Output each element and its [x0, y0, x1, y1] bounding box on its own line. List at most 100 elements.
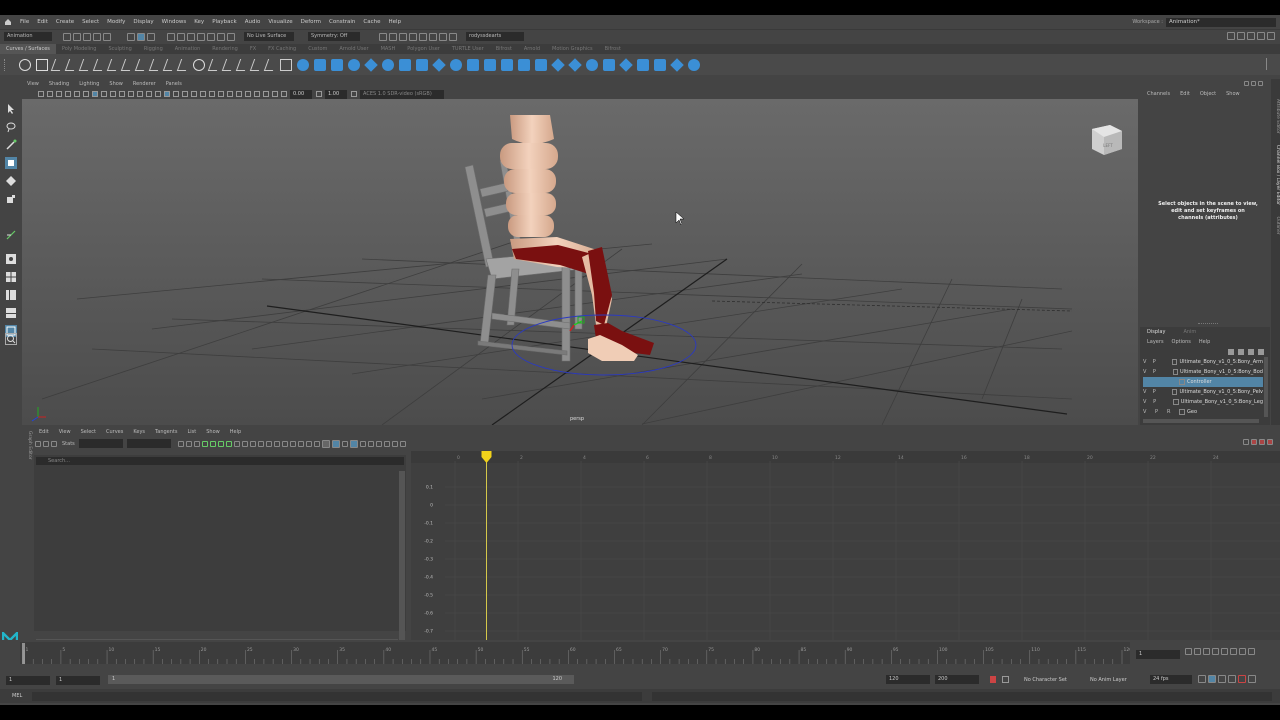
- field-chart-icon[interactable]: [127, 91, 134, 97]
- menu-display[interactable]: Display: [129, 19, 157, 25]
- shelf-tab-rendering[interactable]: Rendering: [206, 44, 244, 54]
- camera-attributes-icon[interactable]: [46, 91, 53, 97]
- menu-help[interactable]: Help: [385, 19, 406, 25]
- unify-tangents-icon[interactable]: [265, 440, 272, 447]
- user-account-dropdown[interactable]: rodyssdearts: [466, 32, 524, 41]
- graph-menu-edit[interactable]: Edit: [34, 429, 54, 435]
- nurbs-torus-icon[interactable]: [381, 58, 394, 71]
- time-slider-track[interactable]: 1 5 10 15 20 25 30 35 40 45 50 55 60 65 70 75 80 85 90 95 10…: [20, 642, 1132, 664]
- nurbs-plane-icon[interactable]: [363, 57, 378, 72]
- wireframe-icon[interactable]: [154, 91, 161, 97]
- layer-color-swatch[interactable]: [1179, 409, 1185, 415]
- xray-components-icon[interactable]: [271, 91, 278, 97]
- menu-playback[interactable]: Playback: [208, 19, 241, 25]
- pencil-curve-icon[interactable]: [78, 58, 92, 71]
- revolve-icon[interactable]: [398, 58, 411, 71]
- playback-end-field[interactable]: 120: [886, 675, 930, 684]
- menu-constrain[interactable]: Constrain: [325, 19, 359, 25]
- lock-tangent-weight-icon[interactable]: [281, 440, 288, 447]
- planar-icon[interactable]: [431, 57, 446, 72]
- cycle-offset-icon[interactable]: [375, 440, 382, 447]
- bezier-curve-icon[interactable]: [106, 58, 120, 71]
- curve-display-icon[interactable]: [341, 440, 348, 447]
- anim-layer-dropdown[interactable]: No Anim Layer: [1090, 677, 1127, 683]
- graph-search-input[interactable]: Search...: [36, 457, 404, 465]
- step-forward-frame-icon[interactable]: [1230, 648, 1237, 655]
- graph-stats-time-field[interactable]: [78, 439, 123, 448]
- workspace-value[interactable]: Animation*: [1166, 17, 1276, 27]
- modeling-toolkit-icon[interactable]: [1237, 32, 1245, 40]
- square-surface-icon[interactable]: [500, 58, 513, 71]
- move-layer-up-icon[interactable]: [1228, 349, 1234, 355]
- graph-insert-key-icon[interactable]: [43, 440, 49, 447]
- add-points-icon[interactable]: [207, 58, 221, 71]
- pre-infinity-icon[interactable]: [349, 439, 358, 448]
- open-close-surface-icon[interactable]: [636, 58, 649, 71]
- single-perspective-layout-icon[interactable]: [5, 253, 17, 265]
- viewport-menu-panels[interactable]: Panels: [161, 81, 187, 87]
- layer-name[interactable]: Ultimate_Bony_v1_0_5:Bony_Pelv: [1179, 389, 1263, 395]
- layer-menu-options[interactable]: Options: [1168, 339, 1195, 345]
- bevel-plus-icon[interactable]: [517, 58, 530, 71]
- layer-tab-anim[interactable]: Anim: [1169, 329, 1210, 335]
- layer-row-selected[interactable]: Controller: [1143, 377, 1263, 387]
- render-view-icon[interactable]: [429, 32, 437, 41]
- plateau-tangent-icon[interactable]: [249, 440, 256, 447]
- safe-title-icon[interactable]: [145, 91, 152, 97]
- smooth-curve-icon[interactable]: [249, 58, 263, 71]
- layer-menu-help[interactable]: Help: [1195, 339, 1214, 345]
- menu-file[interactable]: File: [16, 19, 33, 25]
- menu-audio[interactable]: Audio: [241, 19, 265, 25]
- new-layer-selected-icon[interactable]: [1258, 349, 1264, 355]
- snap-curve-icon[interactable]: [177, 32, 185, 41]
- spline-tangent-icon[interactable]: [209, 440, 216, 447]
- rebuild-curve-icon[interactable]: [192, 58, 205, 71]
- menu-edit[interactable]: Edit: [33, 19, 52, 25]
- character-controls-icon[interactable]: [1247, 32, 1255, 40]
- layer-visibility[interactable]: V: [1143, 399, 1153, 405]
- resolution-gate-icon[interactable]: [109, 91, 116, 97]
- layer-vertical-scrollbar[interactable]: [1264, 357, 1268, 417]
- nurbs-sphere-icon[interactable]: [296, 58, 309, 71]
- hypershade-icon[interactable]: [419, 32, 427, 41]
- render-frame-icon[interactable]: [389, 32, 397, 41]
- graph-menu-curves[interactable]: Curves: [101, 429, 128, 435]
- textured-icon[interactable]: [181, 91, 188, 97]
- graph-menu-help[interactable]: Help: [225, 429, 246, 435]
- layer-row[interactable]: V P Ultimate_Bony_v1_0_5:Bony_Bod: [1143, 367, 1263, 377]
- viewport-menu-lighting[interactable]: Lighting: [74, 81, 104, 87]
- frame-playback-icon[interactable]: [185, 440, 192, 447]
- sidebar-tab-outliner[interactable]: Outliner: [1275, 216, 1280, 234]
- extrude-icon[interactable]: [449, 58, 462, 71]
- paint-select-icon[interactable]: [5, 139, 17, 151]
- animation-start-field[interactable]: 1: [6, 675, 50, 685]
- save-scene-icon[interactable]: [83, 32, 91, 41]
- redo-icon[interactable]: [103, 32, 111, 41]
- rotate-tool-icon[interactable]: [5, 175, 17, 187]
- record-icon[interactable]: [1238, 675, 1246, 683]
- step-tangent-icon[interactable]: [241, 440, 248, 447]
- attach-surfaces-icon[interactable]: [602, 58, 615, 71]
- layer-name[interactable]: Ultimate_Bony_v1_0_5:Bony_Bod: [1180, 369, 1263, 375]
- move-layer-down-icon[interactable]: [1238, 349, 1244, 355]
- grid-icon[interactable]: [91, 91, 98, 97]
- lasso-tool-icon[interactable]: [5, 121, 17, 133]
- anti-aliasing-icon[interactable]: [226, 91, 233, 97]
- film-gate-icon[interactable]: [100, 91, 107, 97]
- shelf-tab-turtle-user[interactable]: TURTLE User: [446, 44, 490, 54]
- new-empty-layer-icon[interactable]: [1248, 349, 1254, 355]
- boundary-icon[interactable]: [483, 58, 496, 71]
- snap-surface-icon[interactable]: [207, 32, 215, 41]
- go-to-start-icon[interactable]: [1185, 648, 1192, 655]
- perspective-viewport[interactable]: LEFT persp: [22, 99, 1138, 425]
- play-forwards-icon[interactable]: [1221, 648, 1228, 655]
- buffer-curve-icon[interactable]: [289, 440, 296, 447]
- select-object-icon[interactable]: [137, 32, 145, 41]
- isolate-select-icon[interactable]: [244, 91, 251, 97]
- gate-mask-icon[interactable]: [118, 91, 125, 97]
- graph-red-icon-3[interactable]: [1267, 439, 1273, 445]
- shelf-tab-animation[interactable]: Animation: [169, 44, 207, 54]
- workspace-selector[interactable]: Workspace : Animation*: [1132, 17, 1276, 27]
- four-view-layout-icon[interactable]: [5, 271, 17, 283]
- menuset-dropdown[interactable]: Animation: [4, 32, 52, 41]
